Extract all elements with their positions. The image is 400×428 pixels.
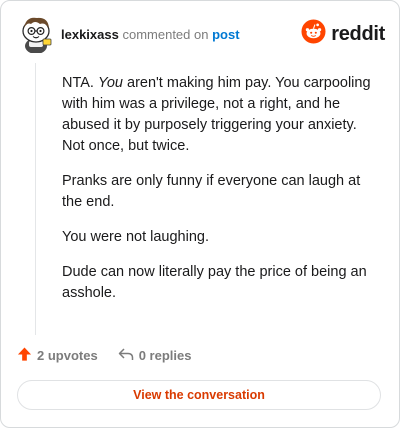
upvotes-button[interactable]: 2 upvotes (17, 346, 98, 365)
embedded-comment-card: lexkixass commented on post reddit NTA. … (0, 0, 400, 428)
reddit-brand-link[interactable]: reddit (301, 19, 385, 49)
reddit-logo-icon (301, 19, 326, 49)
view-conversation-button[interactable]: View the conversation (17, 380, 381, 410)
replies-count: 0 replies (138, 347, 192, 363)
reply-arrow-icon (118, 347, 139, 364)
snoo-avatar-icon[interactable] (17, 13, 55, 54)
thread-line (35, 63, 36, 335)
reddit-wordmark: reddit (331, 22, 385, 45)
replies-button[interactable]: 0 replies (118, 347, 192, 364)
comment-emphasis: You (97, 75, 123, 91)
comment-paragraph: You were not laughing. (62, 229, 209, 245)
comment-paragraph: Pranks are only funny if everyone can la… (62, 173, 361, 210)
comment-body: NTA. You aren't making him pay. You carp… (62, 73, 382, 318)
comment-paragraph: NTA. You aren't making him pay. You carp… (62, 73, 382, 157)
comment-actions: 2 upvotes 0 replies (17, 345, 191, 365)
comment-paragraph: Dude can now literally pay the price of … (62, 264, 367, 301)
comment-byline: lexkixass commented on post (61, 27, 240, 42)
upvote-arrow-icon (17, 346, 37, 365)
comment-text: NTA. (62, 75, 98, 91)
upvotes-count: 2 upvotes (37, 347, 98, 363)
byline-verb: commented on (122, 27, 209, 42)
post-link[interactable]: post (212, 27, 239, 42)
username-link[interactable]: lexkixass (61, 27, 119, 42)
comment-header: lexkixass commented on post reddit (1, 1, 399, 65)
